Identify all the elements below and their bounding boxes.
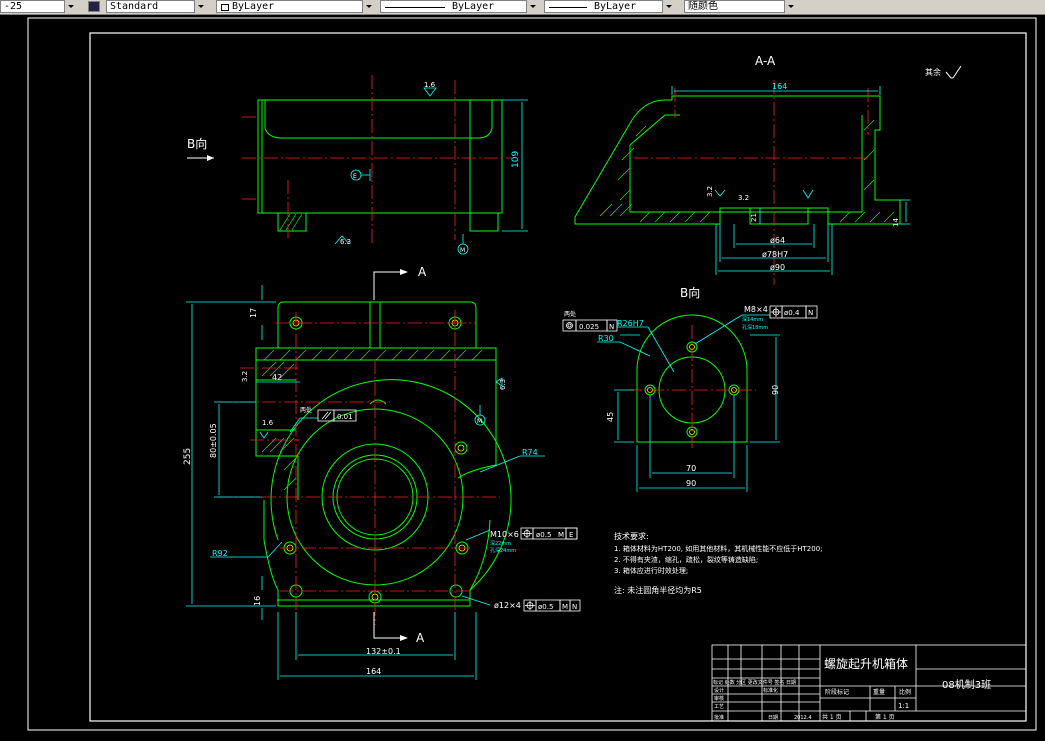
dim-r26h7: R26H7 — [617, 319, 644, 328]
design-label: 设计 — [714, 687, 724, 694]
m10-position-tolerance: ø0.5 — [536, 531, 551, 539]
class-name: 08机制3班 — [942, 678, 991, 691]
dim-90-horizontal: 90 — [686, 479, 696, 488]
stage-mark-label: 阶段标记 — [825, 688, 849, 696]
phi12-position-tolerance: ø0.5 — [538, 603, 553, 611]
dim-255: 255 — [183, 448, 193, 465]
date-value: 2012.4 — [794, 715, 812, 721]
front-view: 109 1.6 6.3 E M B向 — [187, 75, 528, 255]
roughness-3-2-right: 3.2 — [706, 186, 714, 197]
m8-datum-n: N — [808, 309, 813, 317]
sheets-total: 共 1 页 — [822, 713, 842, 721]
view-b-title: B向 — [680, 285, 700, 300]
m10-thread-callout: M10×6 — [490, 530, 519, 539]
datum-m-label: M — [460, 247, 465, 254]
dim-45: 45 — [606, 412, 615, 422]
notes-title: 技术要求: — [614, 531, 649, 541]
dim-42: 42 — [272, 373, 282, 382]
dim-r30: R30 — [598, 334, 614, 343]
technical-notes: 技术要求: 1. 箱体材料为HT200, 如用其他材料，其机械性能不应低于HT2… — [614, 531, 823, 595]
notes-line-4: 注: 未注圆角半径均为R5 — [614, 585, 702, 595]
title-block: 螺旋起升机箱体 08机制3班 标记 处数 分区 更改文件号 签名 日期 阶段标记… — [711, 644, 1027, 722]
part-name: 螺旋起升机箱体 — [824, 656, 908, 671]
check-label: 审核 — [714, 695, 724, 702]
roughness-6-3: 6.3 — [340, 238, 351, 246]
m10-datum-m: M — [558, 531, 564, 539]
roughness-6-3-b: 6.3 — [499, 379, 507, 390]
top-view: A A 17 42 3.2 80±0.05 255 16 132±0.1 164… — [183, 265, 581, 680]
roughness-1-6-top: 1.6 — [424, 81, 436, 89]
roughness-3-2-b: 3.2 — [738, 194, 749, 202]
parallel-tolerance: 0.01 — [337, 413, 353, 421]
scale-label: 比例 — [899, 688, 911, 696]
section-a-a-title: A-A — [755, 54, 776, 68]
dim-phi64: ø64 — [770, 236, 785, 245]
notes-line-1: 1. 箱体材料为HT200, 如用其他材料，其机械性能不应低于HT200; — [614, 544, 823, 553]
std-label: 标准化 — [763, 687, 778, 694]
dim-132: 132±0.1 — [366, 647, 401, 656]
dim-80: 80±0.05 — [209, 423, 218, 458]
drawing-frame — [89, 32, 1027, 722]
weight-label: 重量 — [873, 688, 885, 696]
parallel-note: 两处 — [300, 406, 312, 414]
scale-value: 1:1 — [898, 702, 909, 710]
craft-label: 工艺 — [714, 704, 724, 710]
dim-17: 17 — [249, 308, 258, 318]
section-arrow-a-bottom: A — [416, 631, 425, 645]
section-a-a-view: A-A 其余 164 ø64 ø78H7 ø90 14 21 3.2 3.2 — [574, 54, 962, 285]
phi12-datum-m: M — [562, 603, 568, 611]
dim-90-vertical: 90 — [771, 385, 780, 395]
title-header-marks: 标记 处数 分区 更改文件号 签名 日期 — [713, 679, 796, 686]
dim-r74: R74 — [522, 448, 538, 457]
m8-thread-callout: M8×4 — [744, 305, 768, 314]
m8-position-tolerance: ø0.4 — [784, 309, 800, 317]
dim-109: 109 — [511, 151, 521, 168]
flatness-tolerance: 0.025 — [579, 323, 599, 331]
phi12-hole-callout: ø12×4 — [494, 601, 521, 610]
roughness-1-6-left: 1.6 — [262, 419, 274, 427]
sheet-number: 第 1 页 — [875, 713, 895, 721]
view-b-direction-label: B向 — [187, 136, 207, 151]
dim-phi78h7: ø78H7 — [762, 250, 788, 259]
dim-16: 16 — [253, 596, 262, 606]
m8-depth-1: 深14mm — [742, 316, 763, 323]
section-arrow-a-top: A — [418, 265, 427, 279]
datum-m-top: M — [477, 418, 482, 425]
rest-roughness-label: 其余 — [925, 67, 941, 77]
flatness-datum-n: N — [609, 323, 614, 331]
outer-border — [27, 17, 1037, 731]
dim-phi90: ø90 — [770, 263, 785, 272]
notes-line-2: 2. 不得有夹渣，缩孔，疏松，裂纹等铸造缺陷; — [614, 555, 758, 564]
dim-21: 21 — [750, 213, 758, 222]
roughness-3-2-left: 3.2 — [241, 371, 249, 382]
notes-line-3: 3. 箱体应进行时效处理; — [614, 566, 688, 575]
approve-label: 批准 — [714, 714, 724, 721]
dim-164-bottom: 164 — [366, 667, 381, 676]
m8-depth-2: 孔深18mm — [742, 324, 768, 331]
m10-datum-e: E — [569, 531, 573, 539]
view-b: B向 R30 R26H7 45 90 70 90 两处 0.025 N M8×4… — [562, 285, 818, 492]
date-label: 日期 — [768, 715, 778, 721]
m10-depth-1: 深22mm — [490, 540, 511, 547]
m10-depth-2: 孔深24mm — [490, 547, 516, 554]
dim-164-top: 164 — [772, 82, 787, 91]
flatness-note: 两处 — [564, 310, 576, 318]
dim-70: 70 — [686, 464, 696, 473]
dim-14: 14 — [892, 218, 900, 227]
dim-r92: R92 — [212, 549, 228, 558]
phi12-datum-n: N — [572, 603, 577, 611]
cad-canvas[interactable]: 109 1.6 6.3 E M B向 A-A 其余 164 ø64 ø78H7 … — [0, 0, 1045, 741]
datum-e-label: E — [353, 173, 357, 180]
